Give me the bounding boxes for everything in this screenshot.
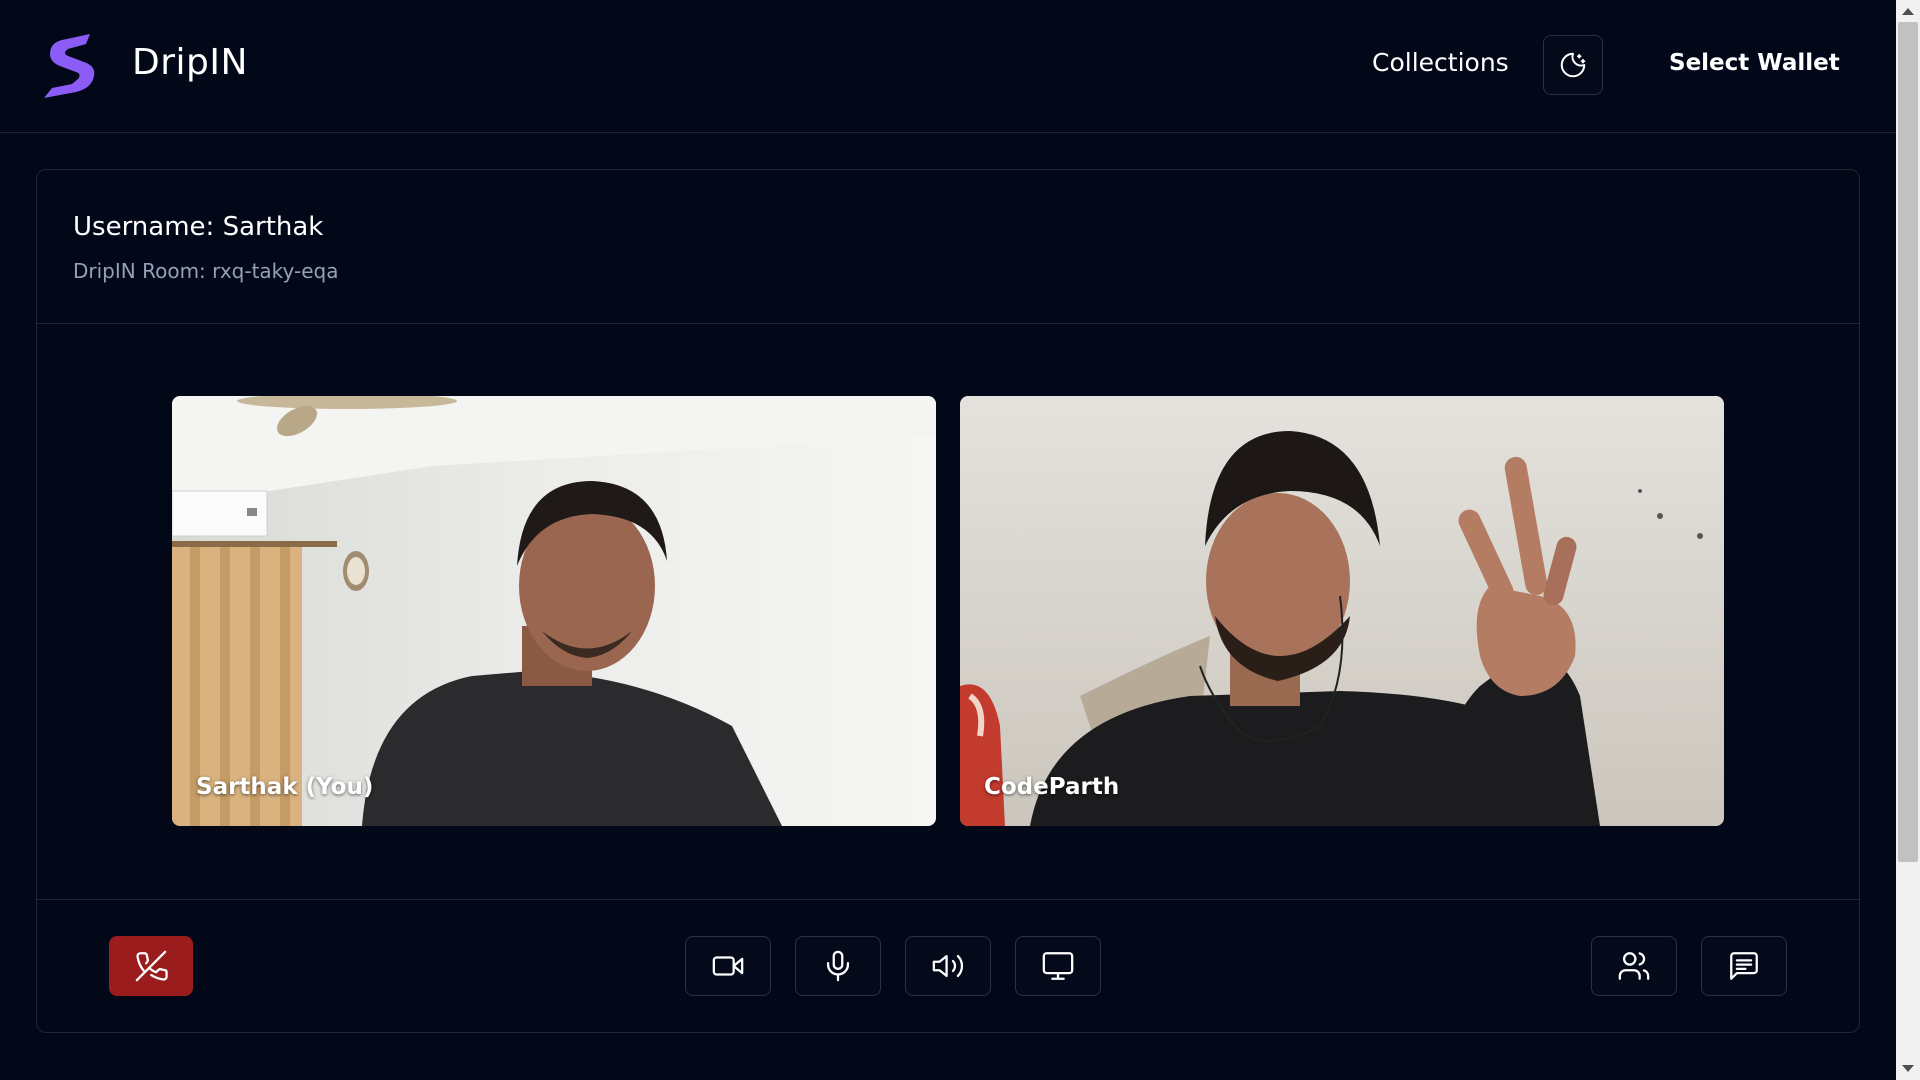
toggle-camera-button[interactable] bbox=[685, 936, 771, 996]
end-call-button[interactable] bbox=[109, 936, 193, 996]
video-tile-remote[interactable]: CodeParth bbox=[960, 396, 1724, 826]
theme-toggle-button[interactable] bbox=[1543, 35, 1603, 95]
scroll-up-arrow-icon[interactable] bbox=[1902, 8, 1914, 15]
room-card: Username: Sarthak DripIN Room: rxq-taky-… bbox=[36, 169, 1860, 1033]
toggle-microphone-button[interactable] bbox=[795, 936, 881, 996]
toggle-speaker-button[interactable] bbox=[905, 936, 991, 996]
nav-link-collections[interactable]: Collections bbox=[1372, 48, 1509, 77]
participant-name-local: Sarthak (You) bbox=[196, 774, 374, 800]
monitor-screen-share-icon bbox=[1042, 952, 1074, 980]
microphone-icon bbox=[826, 950, 850, 982]
chat-button[interactable] bbox=[1701, 936, 1787, 996]
participants-icon bbox=[1618, 952, 1650, 980]
chat-icon bbox=[1730, 952, 1758, 980]
speaker-icon bbox=[932, 954, 964, 978]
dripin-logo-icon[interactable] bbox=[42, 32, 102, 100]
video-feed-remote bbox=[960, 396, 1724, 826]
moon-stars-icon bbox=[1560, 52, 1586, 78]
page-scrollbar[interactable] bbox=[1896, 0, 1920, 1080]
select-wallet-button[interactable]: Select Wallet bbox=[1669, 50, 1840, 76]
call-controls-bar bbox=[37, 899, 1859, 1032]
video-feed-local bbox=[172, 396, 936, 826]
page: DripIN Collections Select Wallet Usernam… bbox=[0, 0, 1920, 1080]
room-info: Username: Sarthak DripIN Room: rxq-taky-… bbox=[37, 170, 1859, 324]
room-id-label: DripIN Room: rxq-taky-eqa bbox=[73, 259, 339, 283]
video-tile-local[interactable]: Sarthak (You) bbox=[172, 396, 936, 826]
share-screen-button[interactable] bbox=[1015, 936, 1101, 996]
participant-name-remote: CodeParth bbox=[984, 774, 1120, 800]
participants-button[interactable] bbox=[1591, 936, 1677, 996]
video-camera-icon bbox=[712, 956, 744, 976]
brand-name[interactable]: DripIN bbox=[132, 42, 248, 83]
top-navbar: DripIN Collections Select Wallet bbox=[0, 0, 1896, 133]
username-label: Username: Sarthak bbox=[73, 212, 324, 242]
scrollbar-thumb[interactable] bbox=[1898, 22, 1918, 862]
phone-off-icon bbox=[135, 950, 168, 982]
scroll-down-arrow-icon[interactable] bbox=[1902, 1065, 1914, 1072]
